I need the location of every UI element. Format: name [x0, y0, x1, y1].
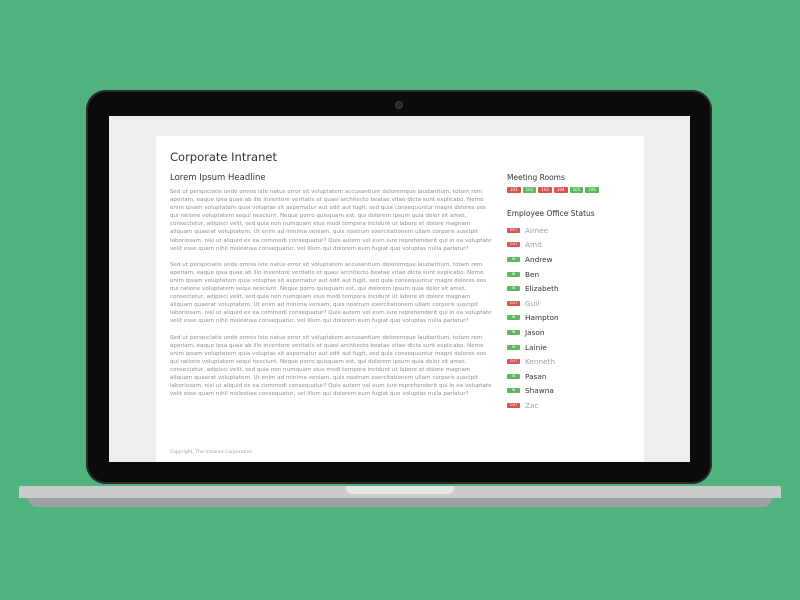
- article-paragraph: Sed ut perspiciatis unde omnis iste natu…: [170, 334, 492, 398]
- status-badge: OUT: [507, 227, 520, 233]
- employee-row: IN Pasan: [507, 369, 637, 384]
- employee-name: Kenneth: [525, 357, 556, 367]
- employee-name: Lainie: [525, 342, 547, 352]
- employee-name: Shawna: [525, 386, 554, 396]
- employee-row: IN Hampton: [507, 311, 637, 326]
- laptop-base-edge: [28, 498, 772, 507]
- room-badge: 106: [585, 187, 599, 193]
- employee-row: OUT Amit: [507, 238, 637, 253]
- status-badge: IN: [507, 315, 520, 321]
- status-badge: IN: [507, 271, 520, 277]
- employee-name: Amit: [525, 240, 542, 250]
- status-badge: IN: [507, 388, 520, 394]
- page-title: Corporate Intranet: [170, 150, 277, 164]
- employee-name: Andrew: [525, 254, 553, 264]
- employee-row: IN Jason: [507, 325, 637, 340]
- article-paragraph: Sed ut perspiciatis unde omnis iste natu…: [170, 261, 492, 325]
- employee-row: IN Andrew: [507, 252, 637, 267]
- laptop-screen: Corporate Intranet Lorem Ipsum Headline …: [109, 116, 690, 462]
- status-badge: IN: [507, 344, 520, 350]
- employee-row: IN Shawna: [507, 384, 637, 399]
- employee-name: Ben: [525, 269, 540, 279]
- meeting-rooms-title: Meeting Rooms: [507, 173, 565, 182]
- status-badge: IN: [507, 286, 520, 292]
- employee-name: Aimee: [525, 225, 549, 235]
- intranet-page: Corporate Intranet Lorem Ipsum Headline …: [156, 136, 644, 462]
- status-badge: OUT: [507, 402, 520, 408]
- sidebar: Meeting Rooms 101 102 103 104 105 106 Employe…: [507, 173, 637, 413]
- status-badge: IN: [507, 373, 520, 379]
- employee-status-list: OUT Aimee OUT Amit IN Andrew IN Ben IN Elizabeth O…: [507, 223, 637, 413]
- laptop-opening-notch: [346, 486, 454, 494]
- employee-row: IN Lainie: [507, 340, 637, 355]
- employee-row: OUT Kenneth: [507, 354, 637, 369]
- article-paragraph: Sed ut perspiciatis unde omnis iste natu…: [170, 189, 492, 252]
- room-badge: 101: [507, 187, 521, 193]
- main-content: Lorem Ipsum Headline Sed ut perspiciatis…: [170, 173, 492, 406]
- meeting-rooms-list: 101 102 103 104 105 106: [507, 187, 637, 193]
- webcam-icon: [396, 102, 402, 108]
- employee-row: OUT Guil: [507, 296, 637, 311]
- employee-name: Elizabeth: [525, 284, 559, 294]
- employee-row: OUT Aimee: [507, 223, 637, 238]
- employee-name: Jason: [525, 327, 545, 337]
- status-badge: OUT: [507, 300, 520, 306]
- employee-row: IN Elizabeth: [507, 281, 637, 296]
- employee-name: Guil: [525, 298, 540, 308]
- room-badge: 105: [569, 187, 584, 193]
- status-badge: OUT: [507, 359, 520, 365]
- status-badge: OUT: [507, 242, 520, 248]
- footer-copyright: Copyright, The Intranet Corporation: [170, 450, 253, 455]
- employee-name: Hampton: [525, 313, 559, 323]
- room-badge: 104: [553, 187, 568, 193]
- room-badge: 103: [538, 187, 552, 193]
- employee-row: IN Ben: [507, 267, 637, 282]
- room-badge: 102: [522, 187, 537, 193]
- employee-row: OUT Zac: [507, 398, 637, 413]
- employee-status-title: Employee Office Status: [507, 209, 595, 218]
- employee-name: Zac: [525, 400, 539, 410]
- article-headline: Lorem Ipsum Headline: [170, 173, 266, 183]
- status-badge: IN: [507, 329, 520, 335]
- employee-name: Pasan: [525, 371, 547, 381]
- status-badge: IN: [507, 256, 520, 262]
